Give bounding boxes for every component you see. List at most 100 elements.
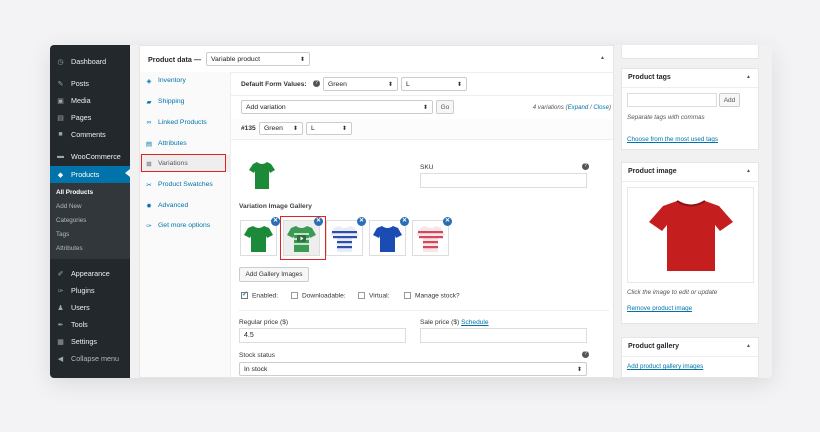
enabled-checkbox[interactable]: Enabled: [241,290,279,300]
downloadable-checkbox[interactable]: Downloadable: [291,292,346,299]
collapse-menu-button[interactable]: ◀ Collapse menu [50,351,130,366]
checkbox-checked-icon[interactable] [241,290,248,299]
submenu-all-products[interactable]: All Products [56,189,93,196]
tab-attributes[interactable]: ▤ Attributes [140,135,230,152]
red-tshirt-icon [648,200,733,271]
box-header[interactable]: Product gallery ▲ [622,338,758,357]
remove-image-icon[interactable]: ✕ [400,217,409,226]
remove-image-icon[interactable]: ✕ [271,217,280,226]
submenu-categories[interactable]: Categories [56,217,86,224]
schedule-link[interactable]: Schedule [461,319,489,326]
enabled-label: Enabled: [252,292,279,300]
help-icon[interactable]: ? [582,351,589,358]
select-arrows-icon: ⬍ [576,366,582,373]
tab-label: Linked Products [158,119,207,126]
gallery-item[interactable]: ✕ [412,217,452,256]
go-button[interactable]: Go [436,100,454,114]
variation-gallery: ✕ ✕ ✕ ✕ ✕ [240,217,470,260]
caret-up-icon[interactable]: ▲ [746,168,751,174]
sidebar-item-users[interactable]: ♟ Users [50,300,130,315]
checkbox-icon[interactable] [404,292,411,299]
box-header[interactable]: Product tags ▲ [622,69,758,88]
plugin-icon: ✑ [146,222,152,230]
submenu-add-new[interactable]: Add New [56,203,82,210]
sidebar-item-appearance[interactable]: ✐ Appearance [50,266,130,281]
sidebar-item-posts[interactable]: ✎ Posts [50,76,130,91]
sale-price-input[interactable] [420,328,587,343]
sidebar-item-label: Media [71,96,91,105]
product-data-title: Product data — [148,55,202,64]
browser-frame: ◷ Dashboard ✎ Posts ▣ Media ▤ Pages ■ Comment… [50,45,772,378]
add-tag-button[interactable]: Add [719,93,740,107]
tab-shipping[interactable]: ▰ Shipping [140,93,230,110]
box-header[interactable]: Product image ▲ [622,163,758,182]
tab-product-swatches[interactable]: ✂ Product Swatches [140,176,230,193]
product-image[interactable] [627,187,754,283]
sidebar-item-woocommerce[interactable]: ▬ WooCommerce [50,149,130,164]
select-arrows-icon: ⬍ [456,81,462,88]
main-area: Product data — Variable product ⬍ ▲ ◈ Inve… [130,45,614,378]
remove-product-image-link[interactable]: Remove product image [627,305,692,312]
sidebar-item-pages[interactable]: ▤ Pages [50,110,130,125]
variation-thumbnail[interactable] [249,160,275,190]
add-gallery-images-link[interactable]: Add product gallery images [627,363,703,370]
product-tags-box: Product tags ▲ Add Separate tags with com… [621,68,759,150]
video-item-highlight-box [280,216,326,260]
add-gallery-images-button[interactable]: Add Gallery Images [239,267,309,282]
submenu-tags[interactable]: Tags [56,231,69,238]
expand-link[interactable]: Expand [568,104,589,111]
pages-icon: ▤ [57,114,64,122]
checkbox-icon[interactable] [358,292,365,299]
virtual-checkbox[interactable]: Virtual: [358,292,389,299]
checkbox-icon[interactable] [291,292,298,299]
dashboard-icon: ◷ [57,58,64,66]
help-icon[interactable]: ? [313,80,320,87]
tab-inventory[interactable]: ◈ Inventory [140,72,230,89]
sale-price-label-group: Sale price ($) Schedule [420,319,489,326]
help-icon[interactable]: ? [582,163,589,170]
remove-image-icon[interactable]: ✕ [443,217,452,226]
admin-sidebar: ◷ Dashboard ✎ Posts ▣ Media ▤ Pages ■ Comment… [50,45,130,378]
stock-status-select[interactable]: In stock ⬍ [239,362,587,376]
sidebar-item-plugins[interactable]: ✑ Plugins [50,283,130,298]
sidebar-item-settings[interactable]: ▦ Settings [50,334,130,349]
tab-linked-products[interactable]: ∞ Linked Products [140,114,230,131]
downloadable-label: Downloadable: [302,292,346,300]
manage-stock-checkbox[interactable]: Manage stock? [404,292,460,299]
sidebar-item-dashboard[interactable]: ◷ Dashboard [50,54,130,69]
gallery-item[interactable]: ✕ [240,217,280,256]
tab-get-more-options[interactable]: ✑ Get more options [140,217,230,234]
most-used-tags-link[interactable]: Choose from the most used tags [627,136,718,143]
add-variation-select[interactable]: Add variation ⬍ [241,100,433,114]
variation-color-select[interactable]: Green ⬍ [259,122,303,135]
sidebar-item-comments[interactable]: ■ Comments [50,127,130,142]
default-size-select[interactable]: L ⬍ [401,77,467,91]
link-icon: ∞ [146,119,152,126]
gallery-item[interactable]: ✕ [326,217,366,256]
sidebar-item-tools[interactable]: ✒ Tools [50,317,130,332]
caret-up-icon[interactable]: ▲ [746,343,751,349]
tab-advanced[interactable]: ✹ Advanced [140,197,230,214]
sidebar-item-label: Users [71,303,90,312]
submenu-attributes[interactable]: Attributes [56,245,83,252]
close-link[interactable]: Close [593,104,609,111]
products-icon: ◆ [57,171,64,179]
image-hint: Click the image to edit or update [627,289,718,296]
gear-icon: ✹ [146,202,152,210]
caret-up-icon[interactable]: ▲ [746,74,751,80]
product-type-select[interactable]: Variable product ⬍ [206,52,310,66]
remove-image-icon[interactable]: ✕ [357,217,366,226]
tags-input[interactable] [627,93,717,107]
add-variation-row: Add variation ⬍ Go 4 variations (Expand /… [231,95,613,120]
regular-price-input[interactable]: 4.5 [239,328,406,343]
sku-input[interactable] [420,173,587,188]
gallery-item[interactable]: ✕ [369,217,409,256]
collapse-toggle-icon[interactable]: ▲ [600,55,605,61]
variation-size-select[interactable]: L ⬍ [306,122,352,135]
box-title: Product gallery [628,343,679,350]
sidebar-item-products[interactable]: ◆ Products [50,166,130,183]
default-color-select[interactable]: Green ⬍ [323,77,398,91]
sidebar-item-media[interactable]: ▣ Media [50,93,130,108]
variation-header-row[interactable]: #135 Green ⬍ L ⬍ [231,119,613,140]
users-icon: ♟ [57,304,64,312]
